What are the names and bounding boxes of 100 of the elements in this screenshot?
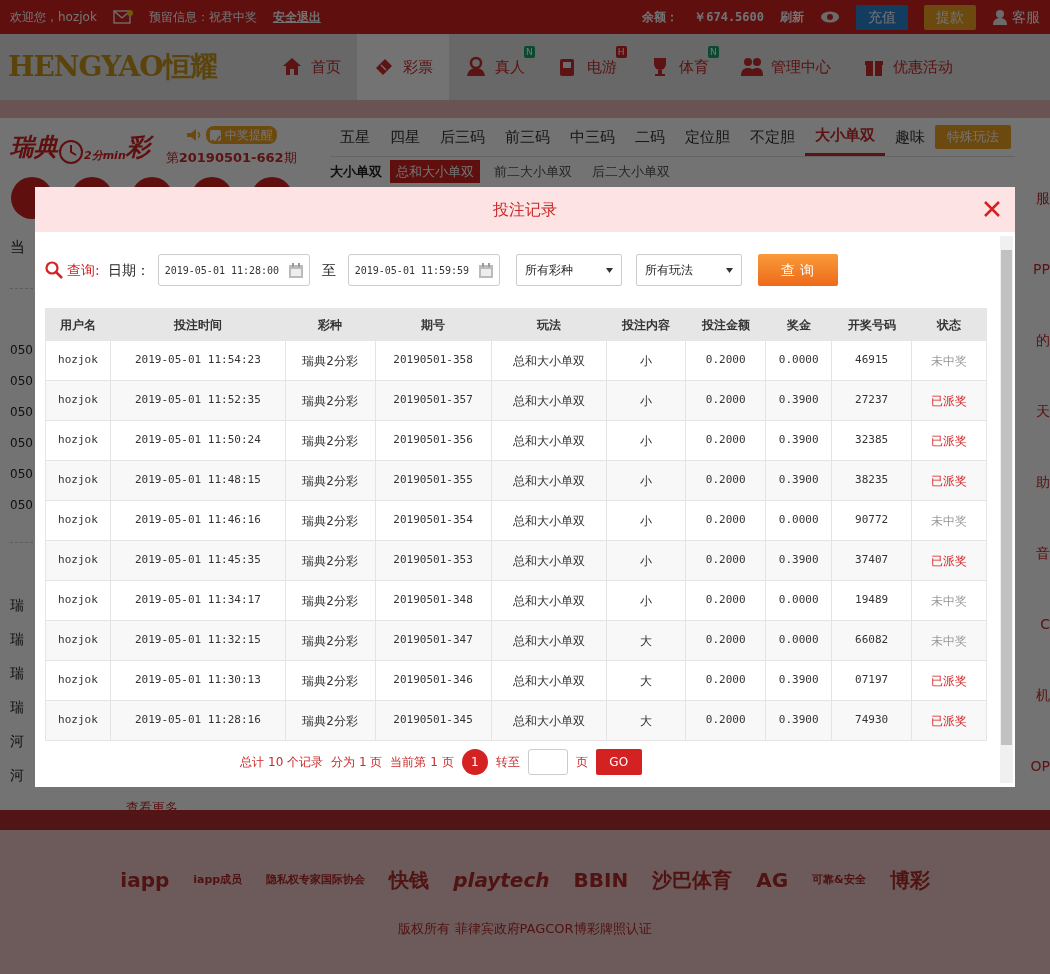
table-cell: 0.2000 [685, 460, 766, 501]
table-cell: 瑞典2分彩 [285, 380, 376, 421]
table-cell: 总和大小单双 [491, 420, 607, 461]
alert-toggle[interactable]: 中奖提醒 [205, 126, 277, 144]
table-cell: 19489 [831, 580, 912, 621]
service-link[interactable]: 客服 [1012, 6, 1040, 28]
lottery-name[interactable]: 瑞 [10, 629, 24, 650]
status-cell: 已派奖 [911, 700, 987, 741]
table-cell: 2019-05-01 11:54:23 [110, 340, 286, 381]
nav-item[interactable]: 优惠活动 [846, 34, 969, 100]
date-field[interactable]: 2019-05-01 11:28:00 [157, 254, 310, 286]
table-cell: 总和大小单双 [491, 460, 607, 501]
dropdown[interactable]: 所有玩法 [635, 254, 742, 286]
sidebar-item[interactable]: OP [1030, 756, 1050, 777]
clock-icon [58, 138, 84, 165]
partner-logo-text: 可靠&安全 [812, 872, 866, 888]
partner-logo-text: 博彩 [889, 867, 930, 895]
table-cell: 小 [606, 540, 686, 581]
play-tab[interactable]: 趣味 [885, 119, 935, 154]
lottery-name[interactable]: 瑞 [10, 663, 24, 684]
sidebar-item[interactable]: 天 [1036, 401, 1050, 422]
badge: N [523, 46, 535, 58]
play-tab[interactable]: 大小单双 [805, 118, 885, 156]
table-cell: 小 [606, 380, 686, 421]
column-header: 用户名 [45, 308, 111, 341]
play-tab[interactable]: 二码 [625, 119, 675, 154]
lottery-name[interactable]: 河 [10, 731, 24, 752]
table-cell: 瑞典2分彩 [285, 700, 376, 741]
table-cell: 总和大小单双 [491, 580, 607, 621]
status-cell: 未中奖 [911, 580, 987, 621]
table-cell: 小 [606, 580, 686, 621]
nav-item[interactable]: 首页 [264, 34, 357, 100]
sub-tab[interactable]: 前二大小单双 [488, 159, 578, 183]
user-icon [992, 9, 1008, 25]
goto-label: 转至 [495, 754, 520, 771]
table-cell: 总和大小单双 [491, 540, 607, 581]
close-icon[interactable] [983, 200, 1001, 218]
page-button[interactable]: 1 [461, 749, 488, 775]
sidebar-item[interactable]: 音 [1036, 543, 1050, 564]
eye-icon[interactable] [820, 11, 840, 23]
deposit-button[interactable]: 充值 [856, 4, 908, 30]
sidebar-item[interactable]: 机 [1036, 685, 1050, 706]
page-input[interactable] [527, 749, 568, 775]
refresh-link[interactable]: 刷新 [780, 8, 804, 26]
nav-item[interactable]: 管理中心 [724, 34, 847, 100]
table-cell: 瑞典2分彩 [285, 460, 376, 501]
logout-link[interactable]: 安全退出 [272, 8, 321, 26]
sidebar-item[interactable]: PP [1033, 259, 1050, 280]
play-tab[interactable]: 后三码 [430, 119, 495, 154]
lottery-name[interactable]: 瑞 [10, 697, 24, 718]
table-cell: 2019-05-01 11:48:15 [110, 460, 286, 501]
table-cell: 总和大小单双 [491, 660, 607, 701]
nav-item[interactable]: 彩票 [356, 34, 449, 100]
calendar-icon [478, 262, 493, 278]
play-tab[interactable]: 不定胆 [740, 119, 805, 154]
lottery-name[interactable]: 瑞 [10, 595, 24, 616]
table-cell: hozjok [45, 460, 111, 501]
table-cell: 总和大小单双 [491, 340, 607, 381]
sub-tab[interactable]: 总和大小单双 [390, 159, 480, 183]
play-tab[interactable]: 五星 [330, 119, 380, 154]
play-tab[interactable]: 定位胆 [675, 119, 740, 154]
table-cell: 瑞典2分彩 [285, 660, 376, 701]
sidebar-item[interactable]: C [1040, 614, 1050, 635]
date-field[interactable]: 2019-05-01 11:59:59 [347, 254, 500, 286]
partner-logo-text: 沙巴体育 [652, 867, 733, 895]
special-play-button[interactable]: 特殊玩法 [935, 125, 1011, 149]
nav-item[interactable]: 电游 H [540, 34, 633, 100]
sidebar-item[interactable]: 服 [1036, 188, 1050, 209]
column-header: 投注内容 [606, 308, 686, 341]
table-cell: 总和大小单双 [491, 380, 607, 421]
table-cell: 2019-05-01 11:28:16 [110, 700, 286, 741]
sidebar-item[interactable]: 助 [1036, 472, 1050, 493]
table-cell: 总和大小单双 [491, 500, 607, 541]
status-cell: 已派奖 [911, 660, 987, 701]
withdraw-button[interactable]: 提款 [924, 4, 976, 30]
play-tab[interactable]: 前三码 [495, 119, 560, 154]
table-cell: 小 [606, 340, 686, 381]
table-cell: hozjok [45, 380, 111, 421]
badge: H [615, 46, 627, 58]
play-tab[interactable]: 中三码 [560, 119, 625, 154]
table-cell: 0.3900 [765, 660, 832, 701]
play-tab[interactable]: 四星 [380, 119, 430, 154]
table-cell: 小 [606, 460, 686, 501]
table-cell: 瑞典2分彩 [285, 340, 376, 381]
scrollbar[interactable] [1000, 236, 1013, 783]
table-cell: 0.3900 [765, 540, 832, 581]
logo-text: HENGYAO [8, 49, 163, 85]
table-cell: 0.2000 [685, 540, 766, 581]
go-button[interactable]: GO [595, 749, 642, 775]
sub-tab[interactable]: 后二大小单双 [586, 159, 676, 183]
badge: N [707, 46, 719, 58]
sidebar-item[interactable]: 的 [1036, 330, 1050, 351]
query-button[interactable]: 查 询 [757, 254, 838, 286]
dropdown[interactable]: 所有彩种 [515, 254, 622, 286]
nav-item[interactable]: 真人 N [448, 34, 541, 100]
logo-chinese: 恒耀 [162, 49, 217, 85]
table-cell: 总和大小单双 [491, 620, 607, 661]
person-icon [464, 56, 487, 78]
lottery-name[interactable]: 河 [10, 765, 24, 786]
nav-item[interactable]: 体育 N [632, 34, 725, 100]
